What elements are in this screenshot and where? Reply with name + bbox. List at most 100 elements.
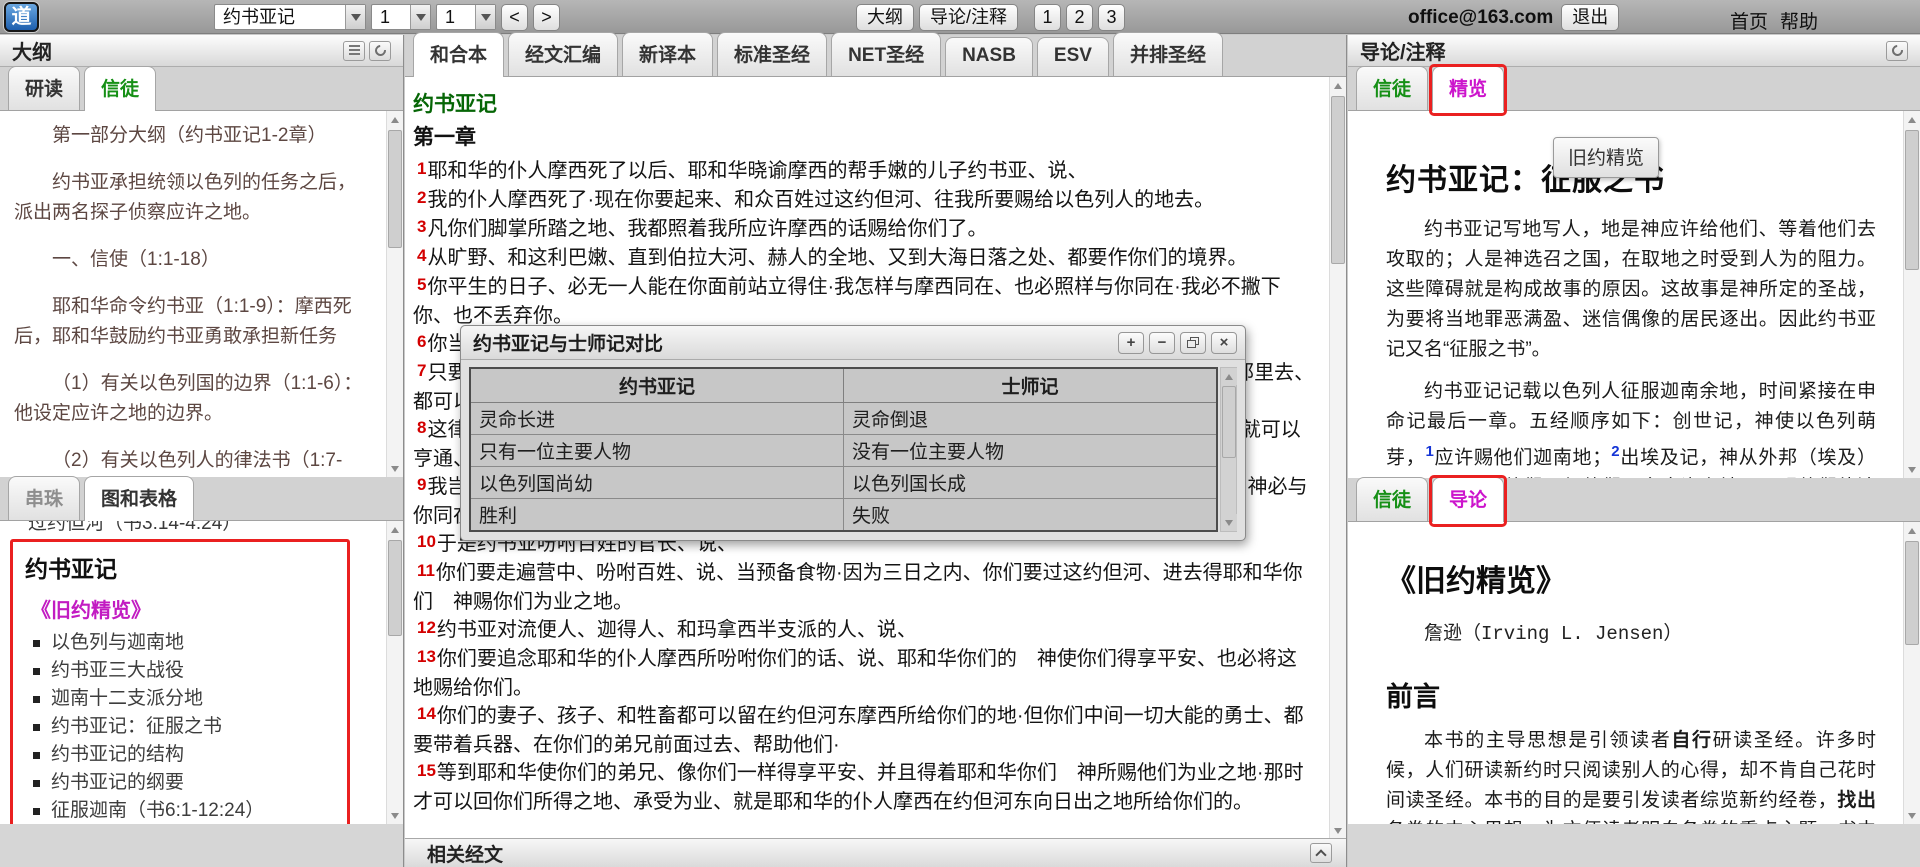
scroll-up-icon[interactable]: [1330, 77, 1346, 94]
comparison-table: 约书亚记 士师记 灵命长进 灵命倒退 只有一位主要人物 没有一位主要人物 以色列…: [469, 367, 1218, 532]
verse-number[interactable]: 3: [417, 217, 426, 236]
layout-one-pane-button[interactable]: 1: [1034, 4, 1061, 31]
verse-select[interactable]: 1: [436, 4, 496, 30]
verse-number[interactable]: 15: [417, 761, 436, 780]
restore-window-icon[interactable]: [1180, 332, 1206, 354]
charts-scrollbar[interactable]: [386, 521, 403, 824]
tab-version-csb[interactable]: 标准圣经: [717, 32, 827, 76]
outline-toggle-button[interactable]: 大纲: [856, 4, 914, 31]
scroll-thumb[interactable]: [388, 130, 402, 248]
scroll-down-icon[interactable]: [387, 460, 403, 477]
home-link[interactable]: 首页: [1730, 7, 1768, 34]
comparison-dialog[interactable]: 约书亚记与士师记对比 + − × 约书亚记 士师记 灵命长进 灵命倒退 只有一位…: [460, 325, 1246, 541]
intro-panel-title: 导论/注释: [1360, 36, 1446, 65]
dialog-table-scrollbar[interactable]: [1220, 367, 1237, 532]
close-icon[interactable]: ×: [1211, 332, 1237, 354]
chart-list-item[interactable]: 约书亚记的结构: [25, 741, 339, 769]
related-verses-bar[interactable]: 相关经文: [405, 838, 1346, 867]
verse-number[interactable]: 10: [417, 532, 436, 551]
verse-number[interactable]: 9: [417, 475, 426, 494]
verse-number[interactable]: 4: [417, 246, 426, 265]
scroll-thumb[interactable]: [1905, 130, 1919, 270]
chart-list-item[interactable]: 征服迦南（书6:1-12:24）: [25, 797, 339, 824]
outline-panel-header: 大纲: [0, 35, 403, 67]
layout-two-pane-button[interactable]: 2: [1066, 4, 1093, 31]
zoom-out-icon[interactable]: −: [1149, 332, 1175, 354]
tab-cross-references[interactable]: 串珠: [8, 476, 80, 520]
scroll-up-icon[interactable]: [1221, 368, 1237, 385]
notes-icon[interactable]: [343, 41, 365, 61]
table-cell: 灵命倒退: [844, 403, 1218, 435]
scroll-down-icon[interactable]: [1904, 807, 1920, 824]
tab-charts-tables[interactable]: 图和表格: [84, 476, 194, 521]
verse: 15等到耶和华使你们的弟兄、像你们一样得享平安、并且得着耶和华你们 神所赐他们为…: [413, 759, 1316, 816]
chevron-down-icon[interactable]: [345, 5, 365, 29]
scroll-thumb[interactable]: [388, 540, 402, 636]
chart-list-item[interactable]: 以色列与迦南地: [25, 629, 339, 657]
chevron-down-icon[interactable]: [475, 5, 495, 29]
scroll-thumb[interactable]: [1905, 541, 1919, 645]
intro-notes-toggle-button[interactable]: 导论/注释: [919, 4, 1018, 31]
scroll-up-icon[interactable]: [387, 521, 403, 538]
scroll-up-icon[interactable]: [387, 111, 403, 128]
tab-parallel-bibles[interactable]: 并排圣经: [1113, 32, 1223, 76]
chart-list-item-clipped[interactable]: 过约但河（书3:14-4:24）: [10, 521, 369, 535]
scroll-up-icon[interactable]: [1904, 522, 1920, 539]
scroll-up-icon[interactable]: [1904, 111, 1920, 128]
scroll-thumb[interactable]: [1331, 96, 1345, 264]
verse-number[interactable]: 11: [417, 561, 435, 580]
tab-version-ncv[interactable]: 新译本: [622, 32, 713, 76]
verse-number[interactable]: 5: [417, 275, 426, 294]
verse-number[interactable]: 8: [417, 418, 426, 437]
outline-scrollbar[interactable]: [386, 111, 403, 477]
tab-believer-notes[interactable]: 信徒: [1356, 66, 1428, 110]
scroll-down-icon[interactable]: [1221, 514, 1237, 531]
verse-number[interactable]: 14: [417, 704, 436, 723]
chart-list-item[interactable]: 迦南十二支派分地: [25, 685, 339, 713]
refresh-icon[interactable]: [1886, 41, 1908, 61]
scroll-down-icon[interactable]: [1904, 461, 1920, 478]
tab-jinglan-survey[interactable]: 精览: [1432, 66, 1504, 111]
verse-number[interactable]: 1: [417, 159, 426, 178]
tab-daolun-intro[interactable]: 导论: [1432, 477, 1504, 522]
chart-list-item[interactable]: 约书亚记的纲要: [25, 769, 339, 797]
tab-version-cuv[interactable]: 和合本: [413, 32, 504, 77]
tab-version-nasb[interactable]: NASB: [945, 37, 1033, 76]
tab-version-net[interactable]: NET圣经: [831, 32, 941, 76]
tab-believer-intro[interactable]: 信徒: [1356, 477, 1428, 521]
zoom-in-icon[interactable]: +: [1118, 332, 1144, 354]
chart-list-item[interactable]: 约书亚记：征服之书: [25, 713, 339, 741]
next-chapter-button[interactable]: >: [533, 4, 560, 31]
logout-button[interactable]: 退出: [1561, 4, 1619, 31]
dialog-titlebar[interactable]: 约书亚记与士师记对比 + − ×: [461, 326, 1245, 360]
tab-version-esv[interactable]: ESV: [1037, 37, 1109, 76]
footnote-ref[interactable]: 2: [1611, 443, 1619, 460]
scroll-down-icon[interactable]: [1330, 822, 1346, 839]
chapter-select[interactable]: 1: [371, 4, 431, 30]
refresh-icon[interactable]: [369, 41, 391, 61]
scroll-down-icon[interactable]: [387, 807, 403, 824]
chevron-down-icon[interactable]: [410, 5, 430, 29]
verse-number[interactable]: 13: [417, 647, 436, 666]
tab-believer-outline[interactable]: 信徒: [84, 66, 156, 111]
prev-chapter-button[interactable]: <: [501, 4, 528, 31]
layout-three-pane-button[interactable]: 3: [1098, 4, 1125, 31]
verse-number[interactable]: 2: [417, 188, 426, 207]
help-link[interactable]: 帮助: [1780, 7, 1818, 34]
footnote-ref[interactable]: 1: [1425, 443, 1433, 460]
collapse-icon[interactable]: [1310, 843, 1332, 863]
survey-scrollbar[interactable]: [1903, 111, 1920, 478]
verse-number[interactable]: 12: [417, 618, 436, 637]
scroll-thumb[interactable]: [1222, 386, 1236, 458]
tab-concordance[interactable]: 经文汇编: [508, 32, 618, 76]
chart-list-item[interactable]: 约书亚三大战役: [25, 657, 339, 685]
verse-number[interactable]: 7: [417, 361, 426, 380]
intro-tabs-bottom: 信徒 导论: [1348, 478, 1920, 522]
tab-study[interactable]: 研读: [8, 66, 80, 110]
bible-scrollbar[interactable]: [1329, 77, 1346, 839]
app-logo[interactable]: 道: [4, 2, 39, 32]
verse-number[interactable]: 6: [417, 332, 426, 351]
book-select[interactable]: 约书亚记: [214, 4, 366, 30]
intro-scrollbar[interactable]: [1903, 522, 1920, 824]
outline-paragraph: 第一部分大纲（约书亚记1-2章）: [14, 121, 373, 151]
